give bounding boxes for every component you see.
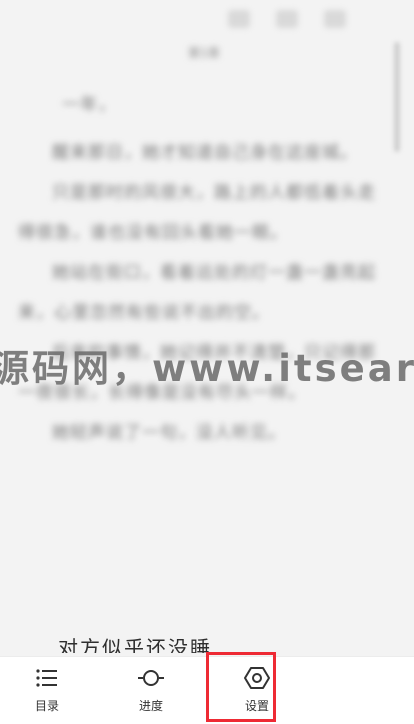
reader-top-bar <box>0 0 414 40</box>
toc-label: 目录 <box>34 699 59 713</box>
reader-bottom-toolbar: 目录 进度 设置 <box>0 656 414 724</box>
download-icon[interactable] <box>228 10 250 28</box>
more-icon[interactable] <box>324 10 346 28</box>
reader-paragraph: 醒来那日，她才知道自己身在这座城。 <box>52 143 358 163</box>
progress-slider-icon <box>138 670 164 686</box>
reader-paragraph: 她轻声说了一句，没人听见。 <box>52 423 286 443</box>
chapter-title: 第1章 <box>188 46 220 60</box>
settings-icon <box>244 667 270 689</box>
watermark-text: 源码网，www.itsear. <box>0 347 414 390</box>
progress-button[interactable]: 进度 <box>121 665 181 717</box>
settings-button[interactable]: 设置 <box>227 665 287 717</box>
toc-button[interactable]: 目录 <box>17 665 77 717</box>
bookmark-icon[interactable] <box>276 10 298 28</box>
settings-label: 设置 <box>244 699 269 713</box>
reader-paragraph: 一年， <box>62 95 117 115</box>
reader-paragraph: 她站在街口，看着远处的灯一盏一盏亮起来，心里忽然有些说不出的空。 <box>18 263 376 323</box>
list-icon <box>36 669 57 687</box>
progress-label: 进度 <box>138 699 163 713</box>
reader-paragraph: 只是那时的风很大，路上的人都低着头走得很急，谁也没有回头看她一眼。 <box>18 183 376 243</box>
scrollbar[interactable] <box>394 42 400 152</box>
